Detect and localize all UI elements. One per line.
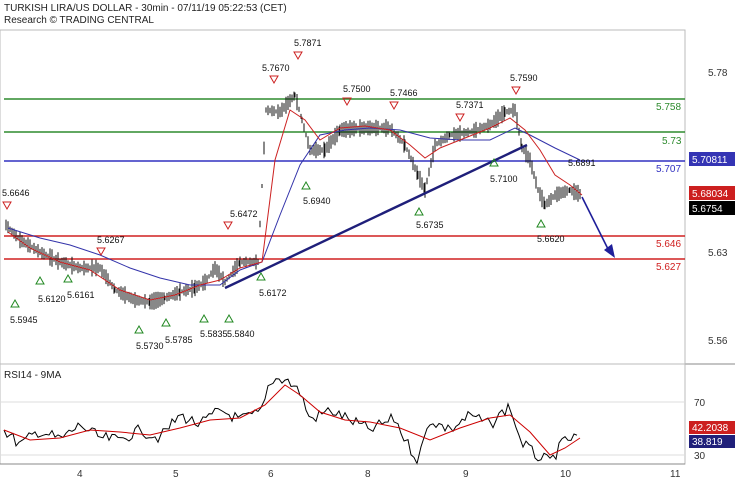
high-marker: 5.6472	[223, 209, 258, 231]
price-tick: 5.63	[708, 248, 728, 259]
low-marker: 5.7100	[489, 157, 518, 184]
rsi-line	[3, 378, 578, 466]
price-tag-label: 5.70811	[692, 155, 728, 166]
rsi-tick: 70	[694, 398, 706, 409]
trendline[interactable]	[224, 143, 528, 290]
svg-text:5.5730: 5.5730	[136, 341, 164, 351]
svg-text:5.6891: 5.6891	[568, 158, 596, 168]
svg-text:5.7100: 5.7100	[490, 174, 518, 184]
low-marker: 5.6620	[536, 218, 565, 244]
low-marker: 5.6161	[63, 273, 95, 300]
price-tag-last: 5.6754	[689, 201, 735, 215]
svg-text:5.7670: 5.7670	[262, 63, 290, 73]
rsi-title: RSI14 - 9MA	[4, 370, 62, 381]
time-label: 10	[560, 469, 572, 480]
svg-text:5.6172: 5.6172	[259, 288, 287, 298]
low-marker: 5.5835	[199, 313, 228, 339]
svg-text:5.5835: 5.5835	[200, 329, 228, 339]
level-label: 5.707	[656, 164, 681, 175]
svg-text:5.7500: 5.7500	[343, 84, 371, 94]
svg-text:5.7871: 5.7871	[294, 38, 322, 48]
low-marker: 5.6735	[414, 206, 444, 230]
projection-arrow[interactable]	[581, 196, 611, 254]
low-marker: 5.6940	[301, 180, 331, 206]
rsi-ma-line	[3, 384, 581, 456]
svg-text:5.6646: 5.6646	[2, 188, 30, 198]
svg-text:5.7466: 5.7466	[390, 88, 418, 98]
high-marker: 5.7371	[455, 100, 484, 123]
low-marker: 5.5785	[161, 317, 193, 345]
rsi-panel[interactable]	[0, 363, 686, 465]
price-tag-label: 5.6754	[692, 204, 723, 215]
low-marker: 5.6172	[256, 271, 287, 298]
ma-slow-line	[7, 127, 581, 286]
time-label: 8	[365, 469, 371, 480]
time-label: 5	[173, 469, 179, 480]
low-marker: 5.6891	[568, 158, 596, 168]
level-label: 5.758	[656, 102, 681, 113]
time-label: 9	[463, 469, 469, 480]
chart-title: TURKISH LIRA/US DOLLAR - 30min - 07/11/1…	[4, 3, 287, 14]
svg-text:5.7371: 5.7371	[456, 100, 484, 110]
svg-text:5.6267: 5.6267	[97, 235, 125, 245]
high-marker: 5.7670	[262, 63, 290, 85]
rsi-ma-label: 38.819	[692, 437, 723, 448]
svg-text:5.5945: 5.5945	[10, 315, 38, 325]
research-credit: Research © TRADING CENTRAL	[4, 15, 154, 26]
svg-text:5.6620: 5.6620	[537, 234, 565, 244]
price-tick: 5.56	[708, 336, 728, 347]
time-label: 11	[670, 469, 681, 480]
low-marker: 5.5730	[134, 324, 164, 351]
svg-text:5.5840: 5.5840	[227, 329, 255, 339]
level-label: 5.646	[656, 239, 681, 250]
rsi-value-label: 42.2038	[692, 423, 729, 434]
time-label: 4	[77, 469, 83, 480]
price-tag-ma: 5.68034	[689, 186, 735, 200]
rsi-tick: 30	[694, 451, 706, 462]
svg-text:5.6735: 5.6735	[416, 220, 444, 230]
price-tag-label: 5.68034	[692, 189, 729, 200]
high-marker: 5.6267	[96, 235, 125, 257]
price-tag-pivot: 5.70811	[689, 152, 735, 166]
level-label: 5.73	[662, 136, 682, 147]
low-marker: 5.5840	[224, 313, 255, 339]
svg-text:5.6120: 5.6120	[38, 294, 66, 304]
svg-text:5.7590: 5.7590	[510, 73, 538, 83]
rsi-ma-tag: 38.819	[689, 435, 735, 448]
time-axis: 4 5 6 8 9 10 11	[0, 463, 685, 480]
low-marker: 5.5945	[10, 298, 38, 325]
high-marker: 5.6646	[2, 188, 30, 211]
level-label: 5.627	[656, 262, 681, 273]
time-label: 6	[268, 469, 274, 480]
high-marker: 5.7590	[510, 73, 538, 96]
rsi-value-tag: 42.2038	[689, 421, 735, 434]
price-tick: 5.78	[708, 68, 728, 79]
high-marker: 5.7871	[293, 38, 322, 61]
svg-text:5.6940: 5.6940	[303, 196, 331, 206]
arrow-head-icon	[604, 244, 615, 258]
svg-text:5.6161: 5.6161	[67, 290, 95, 300]
svg-text:5.5785: 5.5785	[165, 335, 193, 345]
high-marker: 5.7500	[342, 84, 371, 107]
swing-highs: 5.6646 5.6267 5.6472 5.7670 5.7871 5.750…	[2, 38, 538, 257]
chart-canvas[interactable]: TURKISH LIRA/US DOLLAR - 30min - 07/11/1…	[0, 0, 735, 480]
svg-text:5.6472: 5.6472	[230, 209, 258, 219]
candles	[5, 91, 581, 310]
low-marker: 5.6120	[35, 275, 66, 304]
